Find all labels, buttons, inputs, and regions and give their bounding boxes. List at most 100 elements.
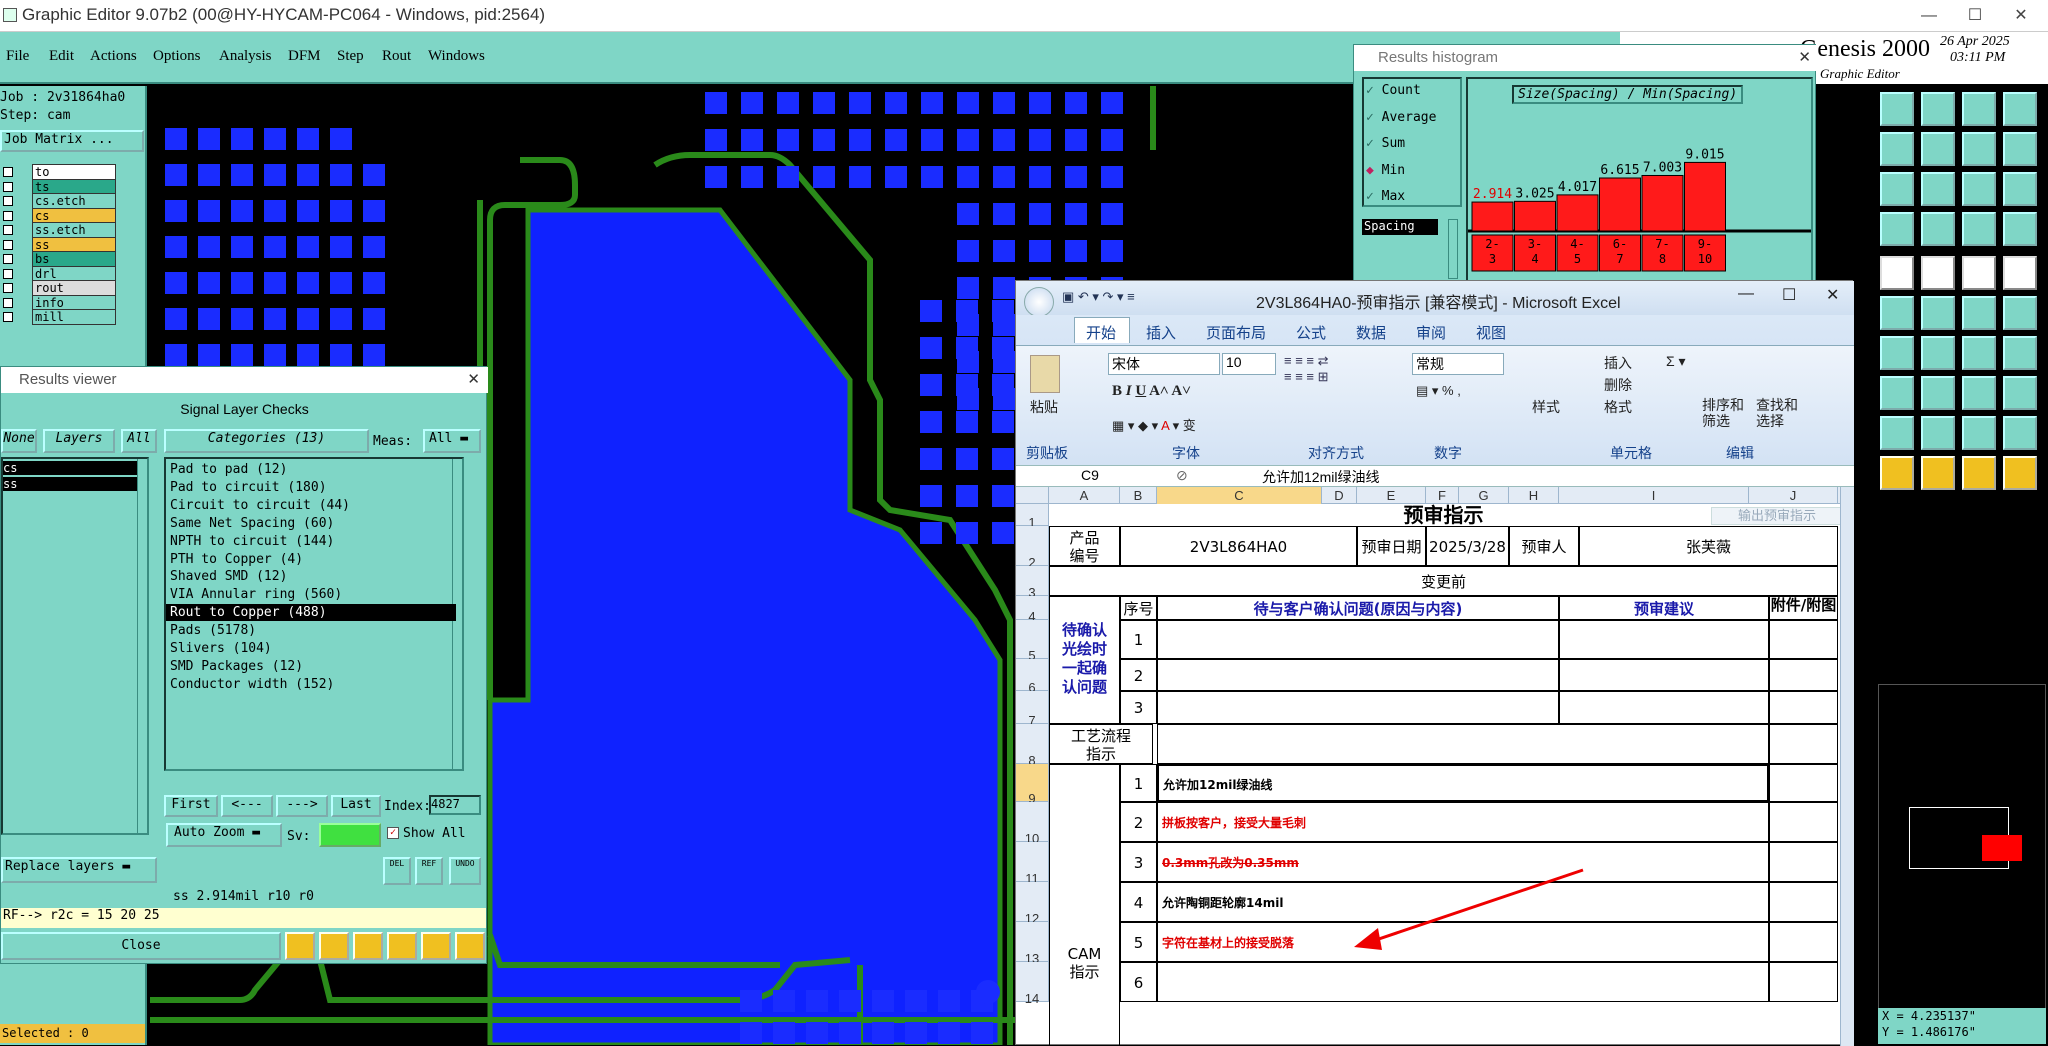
close-button[interactable]: ✕ (1826, 285, 1839, 305)
histogram-bar[interactable] (1599, 177, 1641, 232)
job-matrix-button[interactable]: Job Matrix ... (0, 130, 144, 152)
menu-rout[interactable]: Rout (382, 48, 411, 65)
layer-checkbox[interactable] (3, 181, 13, 192)
toolbar-tool-icon[interactable] (2003, 132, 2037, 166)
category-item[interactable]: Same Net Spacing (60) (170, 515, 334, 532)
sv-dropdown[interactable] (319, 823, 381, 847)
toolbar-tool-icon[interactable] (1962, 92, 1996, 126)
category-item[interactable]: Slivers (104) (170, 640, 272, 657)
toolbar-tool-icon[interactable] (2003, 212, 2037, 246)
layer-result-item[interactable]: cs (3, 461, 137, 475)
layer-result-item[interactable]: ss (3, 477, 137, 491)
undo-button[interactable]: UNDO (449, 857, 481, 885)
maximize-button[interactable]: ☐ (1782, 285, 1796, 305)
category-item[interactable]: VIA Annular ring (560) (170, 586, 342, 603)
category-item[interactable]: Shaved SMD (12) (170, 568, 287, 585)
maximize-button[interactable]: ☐ (1952, 2, 1998, 30)
menu-windows[interactable]: Windows (428, 48, 485, 65)
menu-analysis[interactable]: Analysis (219, 48, 272, 65)
tab-data[interactable]: 数据 (1356, 322, 1386, 343)
toolbar-tool-icon[interactable] (1880, 92, 1914, 126)
next-button[interactable]: ---> (276, 795, 328, 817)
aggregate-option[interactable]: ✓ Max (1366, 189, 1405, 204)
formula-input[interactable]: 允许加12mil绿油线 (1262, 467, 1842, 485)
paste-label[interactable]: 粘贴 (1030, 397, 1058, 417)
toolbar-tool-icon[interactable] (1880, 132, 1914, 166)
tab-page-layout[interactable]: 页面布局 (1206, 322, 1266, 343)
toolbar-tool-icon[interactable] (1880, 296, 1914, 330)
toolbar-tool-icon[interactable] (1921, 212, 1955, 246)
layer-name[interactable]: mill (32, 309, 116, 325)
display-tool-icon[interactable] (1880, 256, 1914, 290)
column-header[interactable]: C (1157, 487, 1322, 504)
show-all-checkbox[interactable]: ✓ (387, 827, 399, 839)
toolbar-tool-icon[interactable] (1921, 296, 1955, 330)
layer-checkbox[interactable] (3, 254, 13, 264)
layer-checkbox[interactable] (3, 239, 13, 250)
pointer-tool-icon[interactable] (1921, 456, 1955, 490)
quick-access-icons[interactable]: ▣ ↶ ▾ ↷ ▾ ≡ (1062, 289, 1135, 305)
all-button[interactable]: All (121, 429, 157, 453)
first-button[interactable]: First (164, 795, 218, 817)
toolbar-tool-icon[interactable] (1962, 212, 1996, 246)
display-tool-icon[interactable] (1921, 256, 1955, 290)
autosum-button[interactable]: Σ ▾ (1666, 353, 1686, 370)
close-button[interactable]: ✕ (1998, 2, 2044, 30)
toolbar-tool-icon[interactable] (1962, 336, 1996, 370)
pointer-tool-icon[interactable] (1880, 456, 1914, 490)
toolbar-tool-icon[interactable] (1880, 336, 1914, 370)
aggregate-option[interactable]: ✓ Average (1366, 110, 1436, 125)
histogram-bar[interactable] (1684, 161, 1726, 232)
styles-button[interactable]: 样式 (1532, 397, 1560, 417)
toolbar-tool-icon[interactable] (2003, 172, 2037, 206)
vertical-scrollbar[interactable] (1840, 487, 1854, 1046)
layer-checkbox[interactable] (3, 225, 13, 235)
scrollbar[interactable] (137, 459, 147, 833)
toolbar-tool-icon[interactable] (1880, 172, 1914, 206)
histogram-bar[interactable] (1641, 174, 1684, 232)
bold-button[interactable]: B I U A˄ A˅ (1112, 383, 1191, 400)
select-all-corner[interactable] (1016, 487, 1049, 504)
column-header[interactable]: F (1426, 487, 1459, 504)
menu-options[interactable]: Options (153, 48, 201, 65)
toolbar-tool-icon[interactable] (1921, 172, 1955, 206)
tab-home[interactable]: 开始 (1086, 322, 1116, 343)
tab-review[interactable]: 审阅 (1416, 322, 1446, 343)
menu-dfm[interactable]: DFM (288, 48, 321, 65)
histogram-bar[interactable] (1471, 201, 1514, 232)
meas-dropdown[interactable]: All ▬ (423, 429, 481, 453)
name-box[interactable]: C9 (1020, 467, 1160, 485)
column-header[interactable]: A (1049, 487, 1120, 504)
overview-map[interactable] (1878, 684, 2046, 1024)
sheet-grid[interactable]: 1 2 3 4 5 6 7 8 9 10 11 12 13 14 预审指示 输出预审指示 产品 编号 2V3L86… (1016, 504, 1854, 1046)
toolbar-tool-icon[interactable] (2003, 296, 2037, 330)
column-header[interactable]: D (1322, 487, 1357, 504)
index-input[interactable]: 4827 (429, 795, 481, 815)
toolbar-tool-icon[interactable] (1962, 376, 1996, 410)
ref-button[interactable]: REF (415, 857, 443, 885)
category-item[interactable]: PTH to Copper (4) (170, 551, 303, 568)
toolbar-tool-icon[interactable] (2003, 92, 2037, 126)
column-header[interactable]: H (1509, 487, 1559, 504)
histogram-icon[interactable] (455, 932, 485, 960)
layer-row[interactable]: mill (0, 309, 116, 325)
layer-checkbox[interactable] (3, 297, 13, 308)
toolbar-tool-icon[interactable] (1921, 336, 1955, 370)
menu-file[interactable]: File (6, 48, 29, 65)
delete-cells-button[interactable]: 删除 (1604, 375, 1632, 395)
column-header[interactable]: E (1357, 487, 1426, 504)
toolbar-tool-icon[interactable] (1962, 172, 1996, 206)
replace-layers-dropdown[interactable]: Replace layers ▬ (1, 857, 157, 883)
menu-step[interactable]: Step (337, 48, 364, 65)
category-item[interactable]: Rout to Copper (488) (166, 604, 456, 622)
layer-checkbox[interactable] (3, 283, 13, 293)
category-item[interactable]: NPTH to circuit (144) (170, 533, 334, 550)
close-icon[interactable]: ✕ (1798, 45, 1811, 71)
pointer-tool-icon[interactable] (2003, 456, 2037, 490)
prev-button[interactable]: <--- (221, 795, 273, 817)
column-header[interactable]: J (1749, 487, 1838, 504)
toolbar-tool-icon[interactable] (1880, 212, 1914, 246)
tool-icon[interactable] (353, 932, 383, 960)
tab-insert[interactable]: 插入 (1146, 322, 1176, 343)
minimize-button[interactable]: — (1738, 285, 1754, 303)
